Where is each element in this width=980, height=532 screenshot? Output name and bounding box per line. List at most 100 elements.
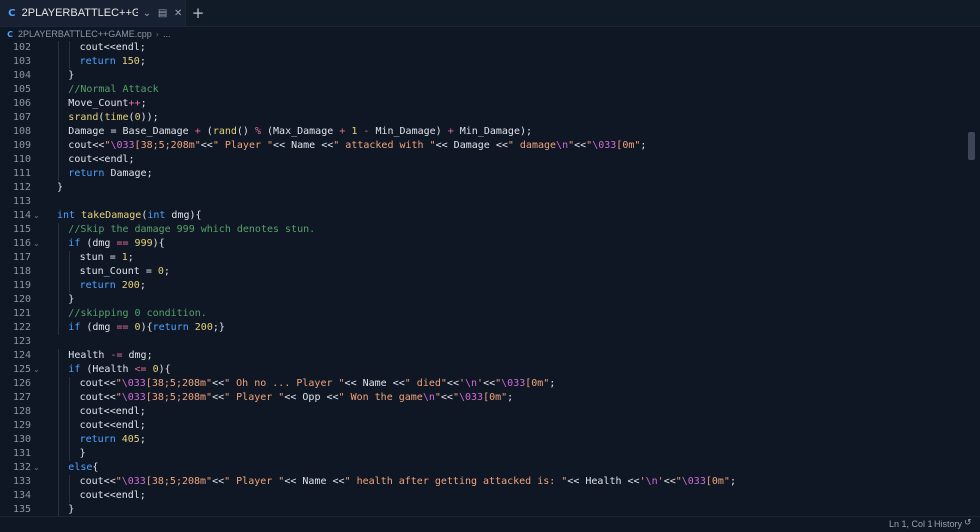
- code-editor[interactable]: 102 cout<<endl; 103 return 150; 104} 105//Nor…: [0, 41, 980, 516]
- split-view-icon[interactable]: ▤: [156, 6, 170, 20]
- cursor-position[interactable]: Ln 1, Col 1: [889, 519, 933, 529]
- tab-2playerbattle-cpp[interactable]: C 2PLAYERBATTLEC++GAM... ⌄ ▤ ✕: [0, 0, 186, 26]
- code-line[interactable]: 124 Health -= dmg;: [0, 349, 966, 363]
- line-number: 117: [12, 252, 31, 263]
- code-line[interactable]: 128 cout<<endl;: [0, 405, 966, 419]
- vertical-scrollbar[interactable]: [968, 132, 975, 160]
- code-token: if: [68, 364, 81, 375]
- code-token: <<: [200, 140, 213, 151]
- code-token: [0m": [525, 378, 550, 389]
- code-line[interactable]: 123: [0, 335, 966, 349]
- code-line[interactable]: 116 ⌄ if (dmg == 999){: [0, 237, 966, 251]
- line-number: 135: [12, 504, 31, 515]
- code-line[interactable]: 135}: [0, 503, 966, 516]
- indent-guide: [58, 503, 59, 516]
- history-icon[interactable]: ↺: [964, 518, 972, 528]
- code-text: }: [57, 181, 63, 195]
- history-button[interactable]: History: [934, 519, 962, 529]
- code-line[interactable]: 112}: [0, 181, 966, 195]
- fold-chevron-icon[interactable]: ⌄: [33, 363, 41, 377]
- code-line[interactable]: 130 return 405;: [0, 433, 966, 447]
- code-text: cout<<endl;: [80, 41, 146, 55]
- code-line[interactable]: 115 //Skip the damage 999 which denotes s…: [0, 223, 966, 237]
- indent-guide: [58, 97, 59, 111]
- line-number: 129: [12, 420, 31, 431]
- code-text: //Skip the damage 999 which denotes stun…: [68, 223, 315, 237]
- code-line[interactable]: 114 ⌄ int takeDamage(int dmg){: [0, 209, 966, 223]
- code-line[interactable]: 117 stun = 1;: [0, 251, 966, 265]
- code-token: \033: [121, 378, 146, 389]
- code-line[interactable]: 119 return 200;: [0, 279, 966, 293]
- code-token: cout<<endl;: [79, 42, 146, 53]
- indent-guide: [58, 349, 59, 363]
- close-icon[interactable]: ✕: [171, 6, 185, 20]
- code-token: 200: [194, 322, 213, 333]
- code-line[interactable]: 109 cout<<"\033[38;5;208m"<<" Player "<< …: [0, 139, 966, 153]
- code-line[interactable]: 129 cout<<endl;: [0, 419, 966, 433]
- line-number: 118: [12, 266, 31, 277]
- code-token: //Normal Attack: [68, 84, 159, 95]
- code-line[interactable]: 132 ⌄ else{: [0, 461, 966, 475]
- code-line[interactable]: 106 Move_Count++;: [0, 97, 966, 111]
- code-line[interactable]: 105 //Normal Attack: [0, 83, 966, 97]
- code-line[interactable]: 133 cout<<"\033[38;5;208m"<<" Player "<< …: [0, 475, 966, 489]
- line-number: 104: [12, 70, 31, 81]
- code-token: 150: [121, 56, 140, 67]
- line-number: 125: [12, 364, 31, 375]
- code-text: if (dmg == 999){: [68, 237, 164, 251]
- code-token: time: [104, 112, 129, 123]
- code-line[interactable]: 102 cout<<endl;: [0, 41, 966, 55]
- line-number: 112: [12, 182, 31, 193]
- breadcrumb-more[interactable]: ...: [163, 29, 171, 39]
- code-token: ){: [140, 322, 153, 333]
- code-token: dmg){: [165, 210, 202, 221]
- code-line[interactable]: 108 Damage = Base_Damage + (rand() % (Max…: [0, 125, 966, 139]
- code-token: else: [68, 462, 93, 473]
- code-line[interactable]: 111 return Damage;: [0, 167, 966, 181]
- code-line[interactable]: 131}: [0, 447, 966, 461]
- code-token: << Name <<: [284, 476, 345, 487]
- code-line[interactable]: 118 stun_Count = 0;: [0, 265, 966, 279]
- code-token: stun =: [79, 252, 122, 263]
- code-token: [38;5;208m": [134, 140, 201, 151]
- indent-guide: [58, 237, 59, 251]
- code-token: -=: [110, 350, 123, 361]
- fold-chevron-icon[interactable]: ⌄: [33, 209, 41, 223]
- line-number: 114: [12, 210, 31, 221]
- code-token: //skipping 0 condition.: [68, 308, 207, 319]
- indent-guide: [58, 111, 59, 125]
- code-token: if: [68, 238, 81, 249]
- code-line[interactable]: 110 cout<<endl;: [0, 153, 966, 167]
- code-token: \n: [645, 476, 658, 487]
- code-text: return Damage;: [68, 167, 152, 181]
- code-text: Move_Count++;: [68, 97, 146, 111]
- add-tab-button[interactable]: +: [190, 4, 206, 22]
- indent-guide: [58, 293, 59, 307]
- code-line[interactable]: 103 return 150;: [0, 55, 966, 69]
- line-number: 110: [12, 154, 31, 165]
- code-line[interactable]: 125 ⌄ if (Health <= 0){: [0, 363, 966, 377]
- code-line[interactable]: 134 cout<<endl;: [0, 489, 966, 503]
- breadcrumb-file[interactable]: 2PLAYERBATTLEC++GAME.cpp: [18, 29, 152, 39]
- code-text: }: [80, 447, 86, 461]
- code-token: ;: [139, 434, 146, 445]
- code-line[interactable]: 113: [0, 195, 966, 209]
- code-line[interactable]: 104}: [0, 69, 966, 83]
- code-token: ==: [116, 322, 129, 333]
- code-line[interactable]: 121 //skipping 0 condition.: [0, 307, 966, 321]
- code-line[interactable]: 120}: [0, 293, 966, 307]
- fold-chevron-icon[interactable]: ⌄: [33, 461, 41, 475]
- code-line[interactable]: 122 if (dmg == 0){return 200;}: [0, 321, 966, 335]
- code-line[interactable]: 127 cout<<"\033[38;5;208m"<<" Player "<< …: [0, 391, 966, 405]
- code-text: cout<<endl;: [80, 405, 146, 419]
- line-number: 121: [12, 308, 31, 319]
- code-text: stun_Count = 0;: [80, 265, 170, 279]
- indent-guide: [58, 69, 59, 83]
- code-token: Health: [68, 350, 111, 361]
- code-line[interactable]: 126 cout<<"\033[38;5;208m"<<" Oh no ... P…: [0, 377, 966, 391]
- chevron-down-icon[interactable]: ⌄: [140, 6, 154, 20]
- tab-title[interactable]: 2PLAYERBATTLEC++GAM...: [22, 7, 139, 19]
- fold-chevron-icon[interactable]: ⌄: [33, 237, 41, 251]
- line-number: 122: [12, 322, 31, 333]
- code-line[interactable]: 107 srand(time(0));: [0, 111, 966, 125]
